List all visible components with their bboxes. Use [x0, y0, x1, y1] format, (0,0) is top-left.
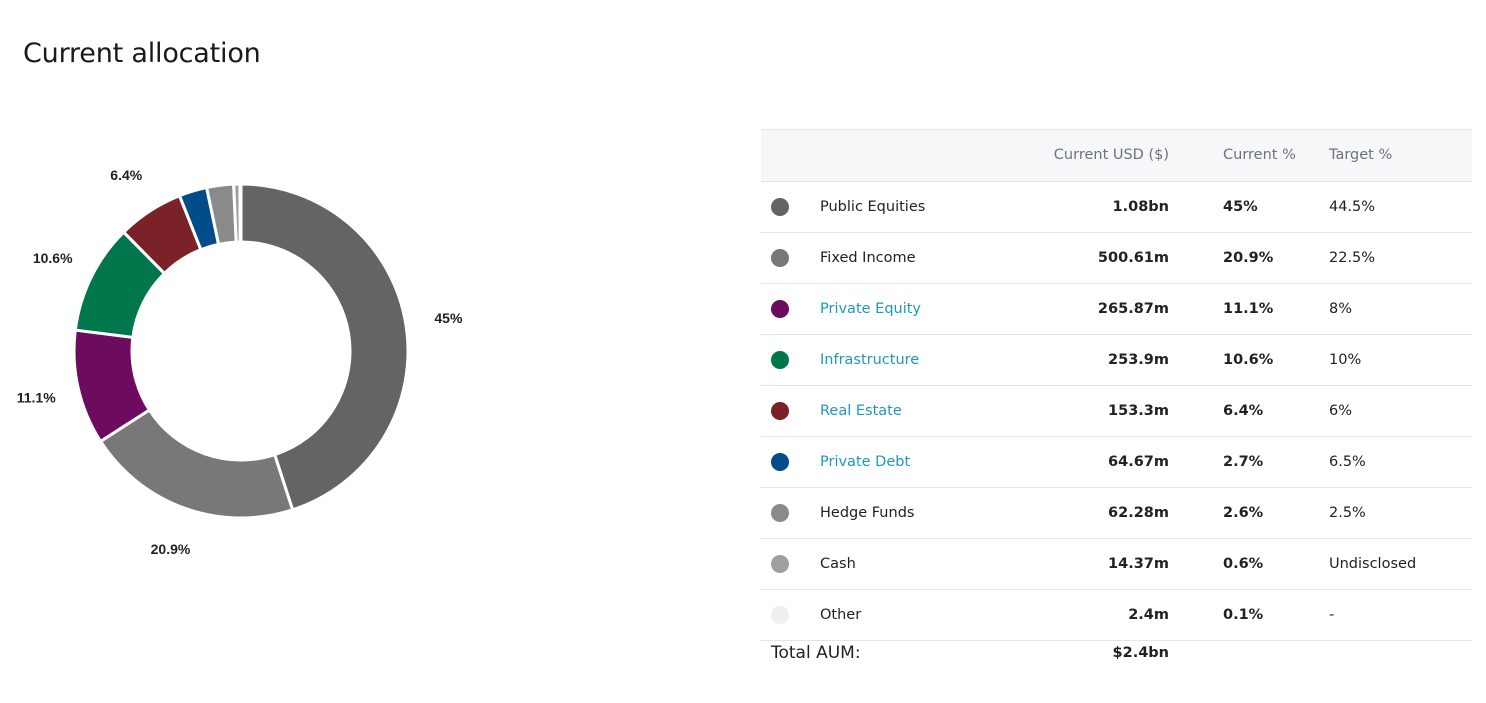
table-header: Current USD ($) Current % Target %	[761, 129, 1472, 182]
table-body: Public Equities 1.08bn 45% 44.5% Fixed Incom…	[761, 182, 1472, 641]
table-row: Private Equity 265.87m 11.1% 8%	[761, 284, 1472, 335]
target-percent-value: 22.5%	[1329, 250, 1376, 266]
asset-class-name: Cash	[820, 556, 856, 572]
legend-dot-icon	[771, 249, 789, 267]
table-row: Real Estate 153.3m 6.4% 6%	[761, 386, 1472, 437]
target-percent-value: 2.5%	[1329, 505, 1366, 521]
donut-slice-label: 6.4%	[110, 167, 142, 183]
allocation-donut-chart: 45% 20.9% 11.1% 10.6% 6.4%	[17, 167, 463, 557]
table-row: Private Debt 64.67m 2.7% 6.5%	[761, 437, 1472, 488]
legend-dot-icon	[771, 555, 789, 573]
table-row: Cash 14.37m 0.6% Undisclosed	[761, 539, 1472, 590]
current-percent-value: 0.1%	[1223, 607, 1264, 623]
asset-class-name: Other	[820, 607, 862, 623]
current-percent-value: 0.6%	[1223, 556, 1264, 572]
target-percent-value: 6.5%	[1329, 454, 1366, 470]
asset-class-link[interactable]: Private Debt	[820, 437, 910, 487]
target-percent-value: Undisclosed	[1329, 556, 1417, 572]
current-usd-value: 62.28m	[1108, 505, 1169, 521]
page-title: Current allocation	[23, 38, 261, 69]
current-usd-value: 1.08bn	[1112, 199, 1169, 215]
asset-class-name: Fixed Income	[820, 250, 916, 266]
asset-class-link[interactable]: Real Estate	[820, 386, 902, 436]
current-percent-value: 6.4%	[1223, 403, 1264, 419]
current-percent-value: 45%	[1223, 199, 1258, 215]
total-aum-label: Total AUM:	[771, 643, 861, 663]
target-percent-value: 10%	[1329, 352, 1362, 368]
current-usd-value: 2.4m	[1128, 607, 1169, 623]
header-target-percent: Target %	[1329, 147, 1393, 163]
table-row: Public Equities 1.08bn 45% 44.5%	[761, 182, 1472, 233]
donut-slice-label: 11.1%	[17, 389, 56, 405]
target-percent-value: -	[1329, 607, 1335, 623]
current-usd-value: 14.37m	[1108, 556, 1169, 572]
table-row: Hedge Funds 62.28m 2.6% 2.5%	[761, 488, 1472, 539]
donut-slice-label: 20.9%	[151, 541, 191, 557]
donut-slice-label: 10.6%	[33, 250, 73, 266]
legend-dot-icon	[771, 300, 789, 318]
table-row: Other 2.4m 0.1% -	[761, 590, 1472, 641]
total-aum-value: $2.4bn	[1112, 645, 1169, 661]
legend-dot-icon	[771, 351, 789, 369]
current-usd-value: 500.61m	[1097, 250, 1169, 266]
current-percent-value: 20.9%	[1223, 250, 1274, 266]
legend-dot-icon	[771, 198, 789, 216]
current-percent-value: 10.6%	[1223, 352, 1274, 368]
legend-dot-icon	[771, 453, 789, 471]
total-aum-row: Total AUM: $2.4bn	[761, 641, 1472, 669]
table-row: Infrastructure 253.9m 10.6% 10%	[761, 335, 1472, 386]
target-percent-value: 44.5%	[1329, 199, 1376, 215]
header-current-usd: Current USD ($)	[1053, 147, 1169, 163]
current-percent-value: 2.7%	[1223, 454, 1264, 470]
target-percent-value: 8%	[1329, 301, 1353, 317]
donut-slice-other[interactable]	[238, 182, 243, 244]
current-usd-value: 265.87m	[1097, 301, 1169, 317]
asset-class-link[interactable]: Infrastructure	[820, 335, 919, 385]
legend-dot-icon	[771, 402, 789, 420]
table-row: Fixed Income 500.61m 20.9% 22.5%	[761, 233, 1472, 284]
asset-class-name: Hedge Funds	[820, 505, 915, 521]
current-percent-value: 11.1%	[1223, 301, 1274, 317]
legend-dot-icon	[771, 504, 789, 522]
asset-class-link[interactable]: Private Equity	[820, 284, 921, 334]
donut-slice-label: 45%	[434, 310, 463, 326]
target-percent-value: 6%	[1329, 403, 1353, 419]
current-usd-value: 64.67m	[1108, 454, 1169, 470]
legend-dot-icon	[771, 606, 789, 624]
asset-class-name: Public Equities	[820, 199, 926, 215]
allocation-table: Current USD ($) Current % Target % Publi…	[761, 129, 1472, 669]
current-percent-value: 2.6%	[1223, 505, 1264, 521]
donut-slice-fixed-income[interactable]	[98, 407, 295, 520]
current-usd-value: 153.3m	[1108, 403, 1169, 419]
header-current-percent: Current %	[1223, 147, 1296, 163]
current-usd-value: 253.9m	[1108, 352, 1169, 368]
